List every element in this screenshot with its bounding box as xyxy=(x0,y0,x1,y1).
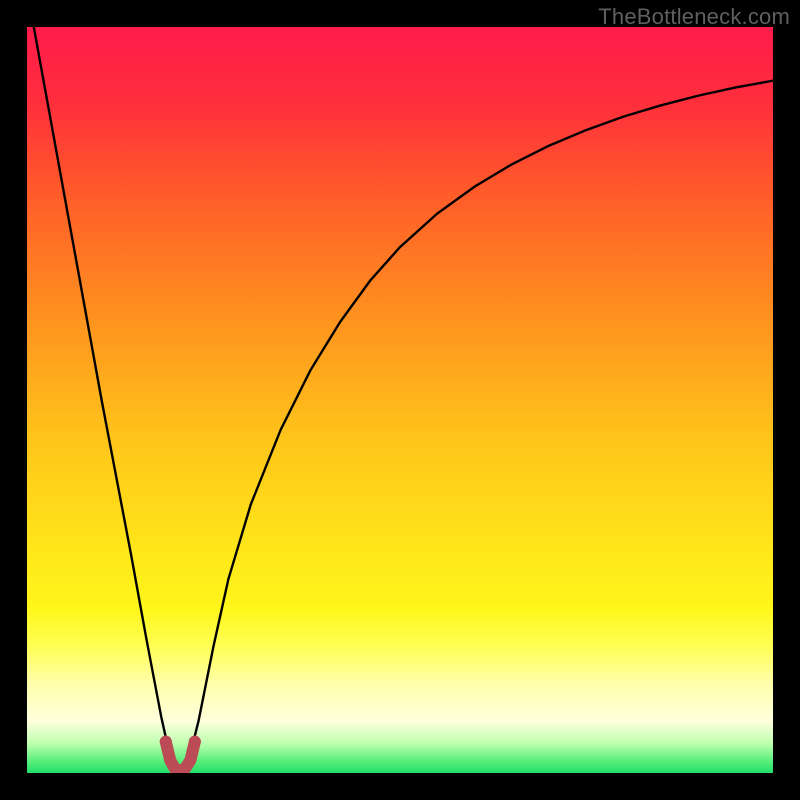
watermark-text: TheBottleneck.com xyxy=(598,4,790,30)
curve-right-branch xyxy=(191,81,773,751)
valley-marker xyxy=(166,742,195,771)
chart-frame: TheBottleneck.com xyxy=(0,0,800,800)
valley-marker-dots xyxy=(160,736,201,748)
curve-left-branch xyxy=(27,27,169,751)
plot-area xyxy=(27,27,773,773)
curve-layer xyxy=(27,27,773,773)
